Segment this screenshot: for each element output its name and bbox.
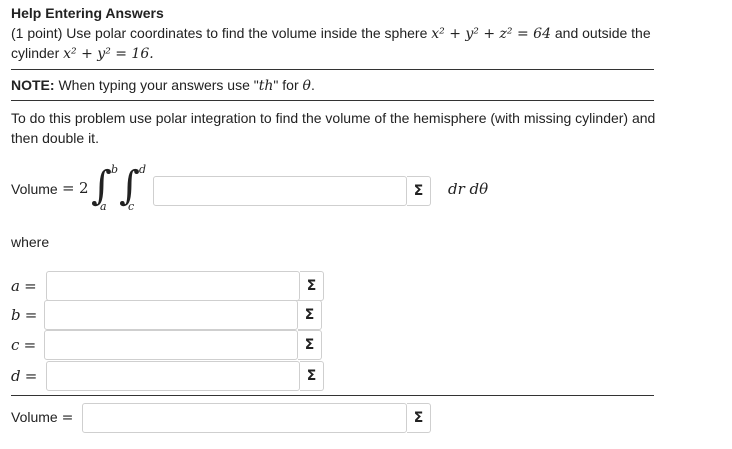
- var-label-a: a =: [11, 277, 37, 295]
- final-volume-input[interactable]: [82, 403, 407, 433]
- inner-lower-limit: c: [128, 200, 135, 213]
- equation-editor-button-b[interactable]: Σ: [298, 300, 322, 330]
- equation-editor-button-final[interactable]: Σ: [407, 403, 431, 433]
- outer-lower-limit: a: [100, 200, 107, 213]
- equals-sign: =: [62, 179, 75, 197]
- note-text: When typing your answers use ": [58, 77, 259, 93]
- b-input[interactable]: [44, 300, 298, 330]
- problem-text-cylinder: cylinder: [11, 45, 60, 61]
- problem-line-1: (1 point) Use polar coordinates to find …: [11, 25, 651, 42]
- divider: [11, 395, 654, 396]
- note-th: th: [258, 78, 274, 94]
- equation-editor-button-d[interactable]: Σ: [300, 361, 324, 391]
- divider: [11, 69, 654, 70]
- sigma-icon: Σ: [304, 337, 315, 353]
- inner-upper-limit: d: [139, 163, 147, 176]
- final-volume-label: Volume =: [11, 409, 74, 426]
- note-theta: θ: [302, 78, 311, 94]
- sigma-icon: Σ: [413, 410, 424, 426]
- d-input[interactable]: [46, 361, 300, 391]
- instructions-line-2: then double it.: [11, 130, 99, 146]
- var-label-c: c =: [11, 336, 37, 354]
- var-label-b: b =: [11, 306, 38, 324]
- outer-upper-limit: b: [111, 163, 119, 176]
- equation-editor-button-a[interactable]: Σ: [300, 271, 324, 301]
- equation-editor-button[interactable]: Σ: [407, 176, 431, 206]
- sigma-icon: Σ: [306, 368, 317, 384]
- volume-label: Volume: [11, 181, 58, 197]
- sigma-icon: Σ: [304, 307, 315, 323]
- cylinder-equation: x² + y² = 16.: [63, 46, 154, 62]
- problem-text-end: and outside the: [554, 25, 651, 41]
- coefficient: 2: [79, 179, 89, 197]
- help-entering-answers-link[interactable]: Help Entering Answers: [11, 5, 164, 21]
- note-end: .: [310, 77, 315, 93]
- note-mid: " for: [273, 77, 299, 93]
- sigma-icon: Σ: [306, 278, 317, 294]
- divider: [11, 100, 654, 101]
- differentials: dr dθ: [448, 180, 489, 198]
- var-label-d: d =: [11, 367, 38, 385]
- note: NOTE: When typing your answers use "th" …: [11, 77, 315, 94]
- problem-line-2: cylinder x² + y² = 16.: [11, 45, 154, 62]
- sphere-equation: x² + y² + z² = 64: [431, 26, 551, 42]
- instructions-line-1: To do this problem use polar integration…: [11, 110, 656, 126]
- where-label: where: [11, 234, 50, 250]
- c-input[interactable]: [44, 330, 298, 360]
- sigma-icon: Σ: [413, 183, 424, 199]
- problem-text: (1 point) Use polar coordinates to find …: [11, 25, 428, 41]
- a-input[interactable]: [46, 271, 300, 301]
- note-label: NOTE:: [11, 77, 55, 93]
- integrand-input[interactable]: [153, 176, 407, 206]
- equation-editor-button-c[interactable]: Σ: [298, 330, 322, 360]
